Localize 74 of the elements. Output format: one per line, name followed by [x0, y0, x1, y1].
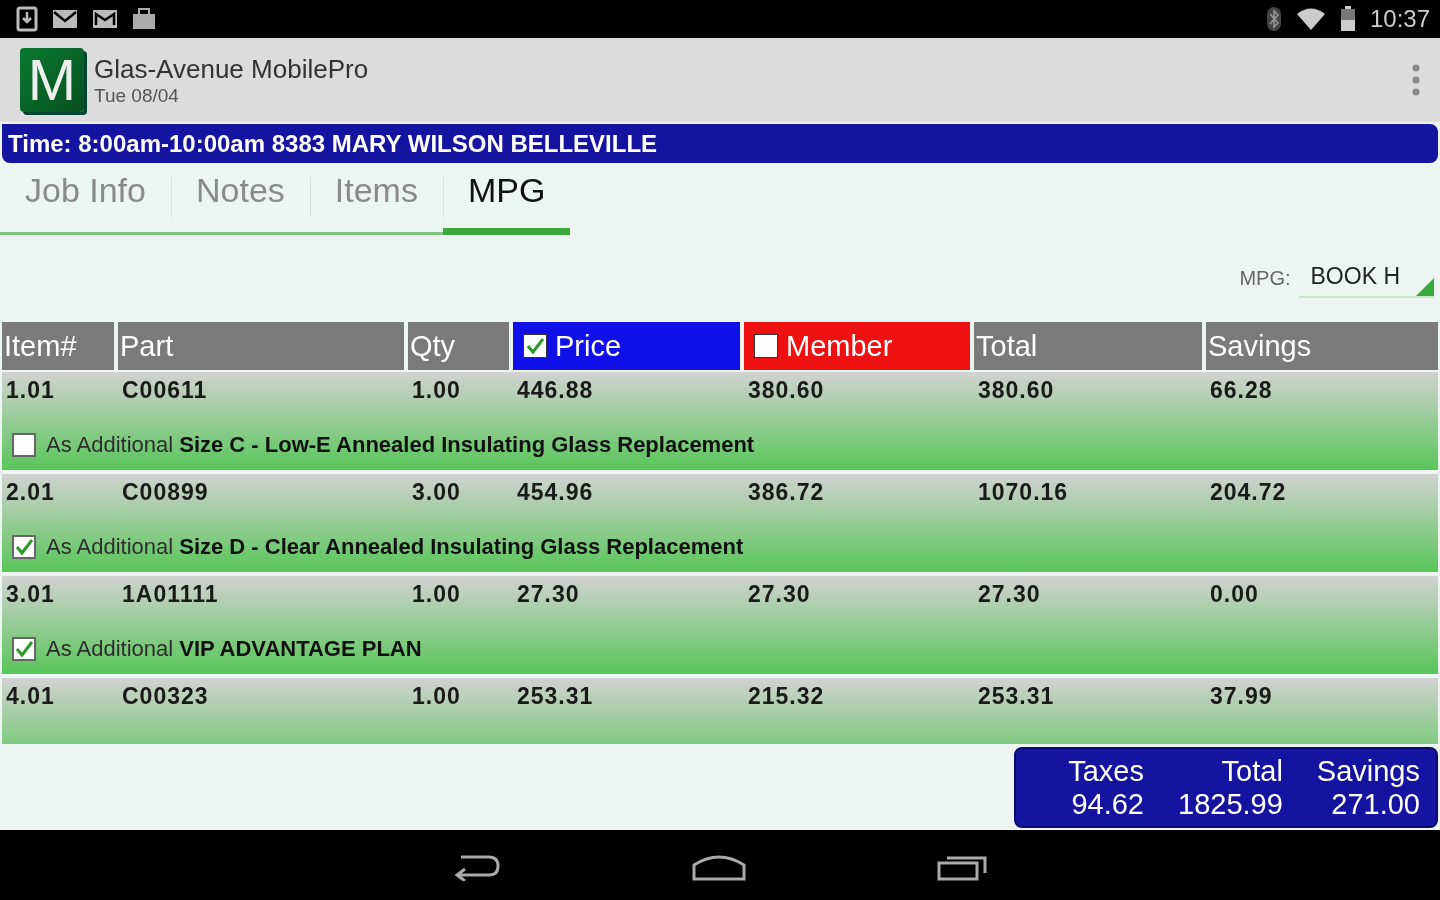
additional-checkbox[interactable] — [12, 433, 36, 457]
mpg-label: MPG: — [1239, 267, 1291, 290]
mail-icon — [52, 9, 78, 29]
item-description: Size C - Low-E Annealed Insulating Glass Replacement — [179, 432, 755, 458]
table-cell-text: 2.01 — [6, 479, 56, 506]
table-cell-text: 1.00 — [412, 581, 462, 608]
checkbox-label: As Additional — [46, 636, 174, 662]
table-cell-text: 1.00 — [412, 377, 462, 404]
item-description: Size D - Clear Annealed Insulating Glass Replacement — [179, 534, 744, 560]
app-logo: M — [20, 48, 84, 112]
total-value: 271.00 — [1331, 788, 1420, 821]
table-cell-text: 386.72 — [748, 479, 826, 506]
table-cell-text: 27.30 — [978, 581, 1042, 608]
download-notification-icon — [16, 6, 38, 32]
briefcase-icon — [132, 8, 156, 30]
column-header[interactable]: Price — [513, 322, 740, 370]
column-header: Total — [974, 322, 1202, 370]
checkbox-label: As Additional — [46, 534, 174, 560]
header-checkbox[interactable] — [754, 334, 778, 358]
table-cell-text: 3.00 — [412, 479, 462, 506]
status-time: 10:37 — [1369, 5, 1430, 33]
table-cell-text: 253.31 — [978, 683, 1056, 710]
tab[interactable]: Items — [309, 163, 443, 235]
column-header: Savings — [1206, 322, 1438, 370]
total-label: Savings — [1316, 755, 1420, 788]
tab[interactable]: Notes — [171, 163, 310, 235]
column-header: Qty — [408, 322, 509, 370]
tab[interactable]: MPG — [442, 163, 571, 235]
item-description: VIP ADVANTAGE PLAN — [179, 636, 422, 662]
total-value: 94.62 — [1071, 788, 1144, 821]
app-title: Glas-Avenue MobilePro — [94, 53, 370, 85]
table-cell-text: 446.88 — [517, 377, 595, 404]
app-subtitle: Tue 08/04 — [94, 84, 180, 107]
header-checkbox[interactable] — [523, 334, 547, 358]
additional-checkbox[interactable] — [12, 637, 36, 661]
table-cell-text: 454.96 — [517, 479, 595, 506]
mail-icon — [92, 9, 118, 29]
table-cell-text: 4.01 — [6, 683, 56, 710]
table-cell-text: 0.00 — [1210, 581, 1260, 608]
table-cell-text: C00899 — [122, 479, 210, 506]
table-cell-text: C00323 — [122, 683, 210, 710]
table-cell-text: 27.30 — [748, 581, 812, 608]
total-label: Total — [1221, 755, 1283, 788]
column-label: Member — [786, 329, 893, 363]
total-label: Taxes — [1068, 755, 1144, 788]
overflow-menu-icon[interactable] — [1412, 64, 1420, 96]
wifi-icon — [1295, 7, 1326, 31]
table-cell-text: 27.30 — [517, 581, 581, 608]
battery-icon — [1339, 6, 1356, 32]
total-value: 1825.99 — [1178, 788, 1283, 821]
table-cell-text: 1.00 — [412, 683, 462, 710]
table-cell-text: 204.72 — [1210, 479, 1288, 506]
column-header[interactable]: Member — [744, 322, 970, 370]
column-header: Part — [118, 322, 404, 370]
table-cell-text: 1A01111 — [122, 581, 220, 608]
table-cell-text: 3.01 — [6, 581, 56, 608]
additional-checkbox[interactable] — [12, 535, 36, 559]
table-cell-text: 253.31 — [517, 683, 595, 710]
bluetooth-icon — [1265, 6, 1282, 32]
table-cell-text: 66.28 — [1210, 377, 1274, 404]
table-cell-text: 215.32 — [748, 683, 826, 710]
table-cell-text: C00611 — [122, 377, 209, 404]
column-label: Price — [555, 329, 622, 363]
checkbox-label: As Additional — [46, 432, 174, 458]
table-cell-text: 1070.16 — [978, 479, 1070, 506]
table-cell-text: 380.60 — [978, 377, 1056, 404]
table-cell-text: 1.01 — [6, 377, 56, 404]
table-cell-text: 37.99 — [1210, 683, 1274, 710]
table-cell-text: 380.60 — [748, 377, 826, 404]
column-header: Item# — [2, 322, 114, 370]
dropdown-corner-icon — [1416, 278, 1434, 296]
mpg-dropdown[interactable]: BOOK H — [1298, 259, 1434, 298]
tab[interactable]: Job Info — [0, 163, 171, 235]
job-banner: Time: 8:00am-10:00am 8383 MARY WILSON BELLEVILLE — [2, 124, 1438, 163]
